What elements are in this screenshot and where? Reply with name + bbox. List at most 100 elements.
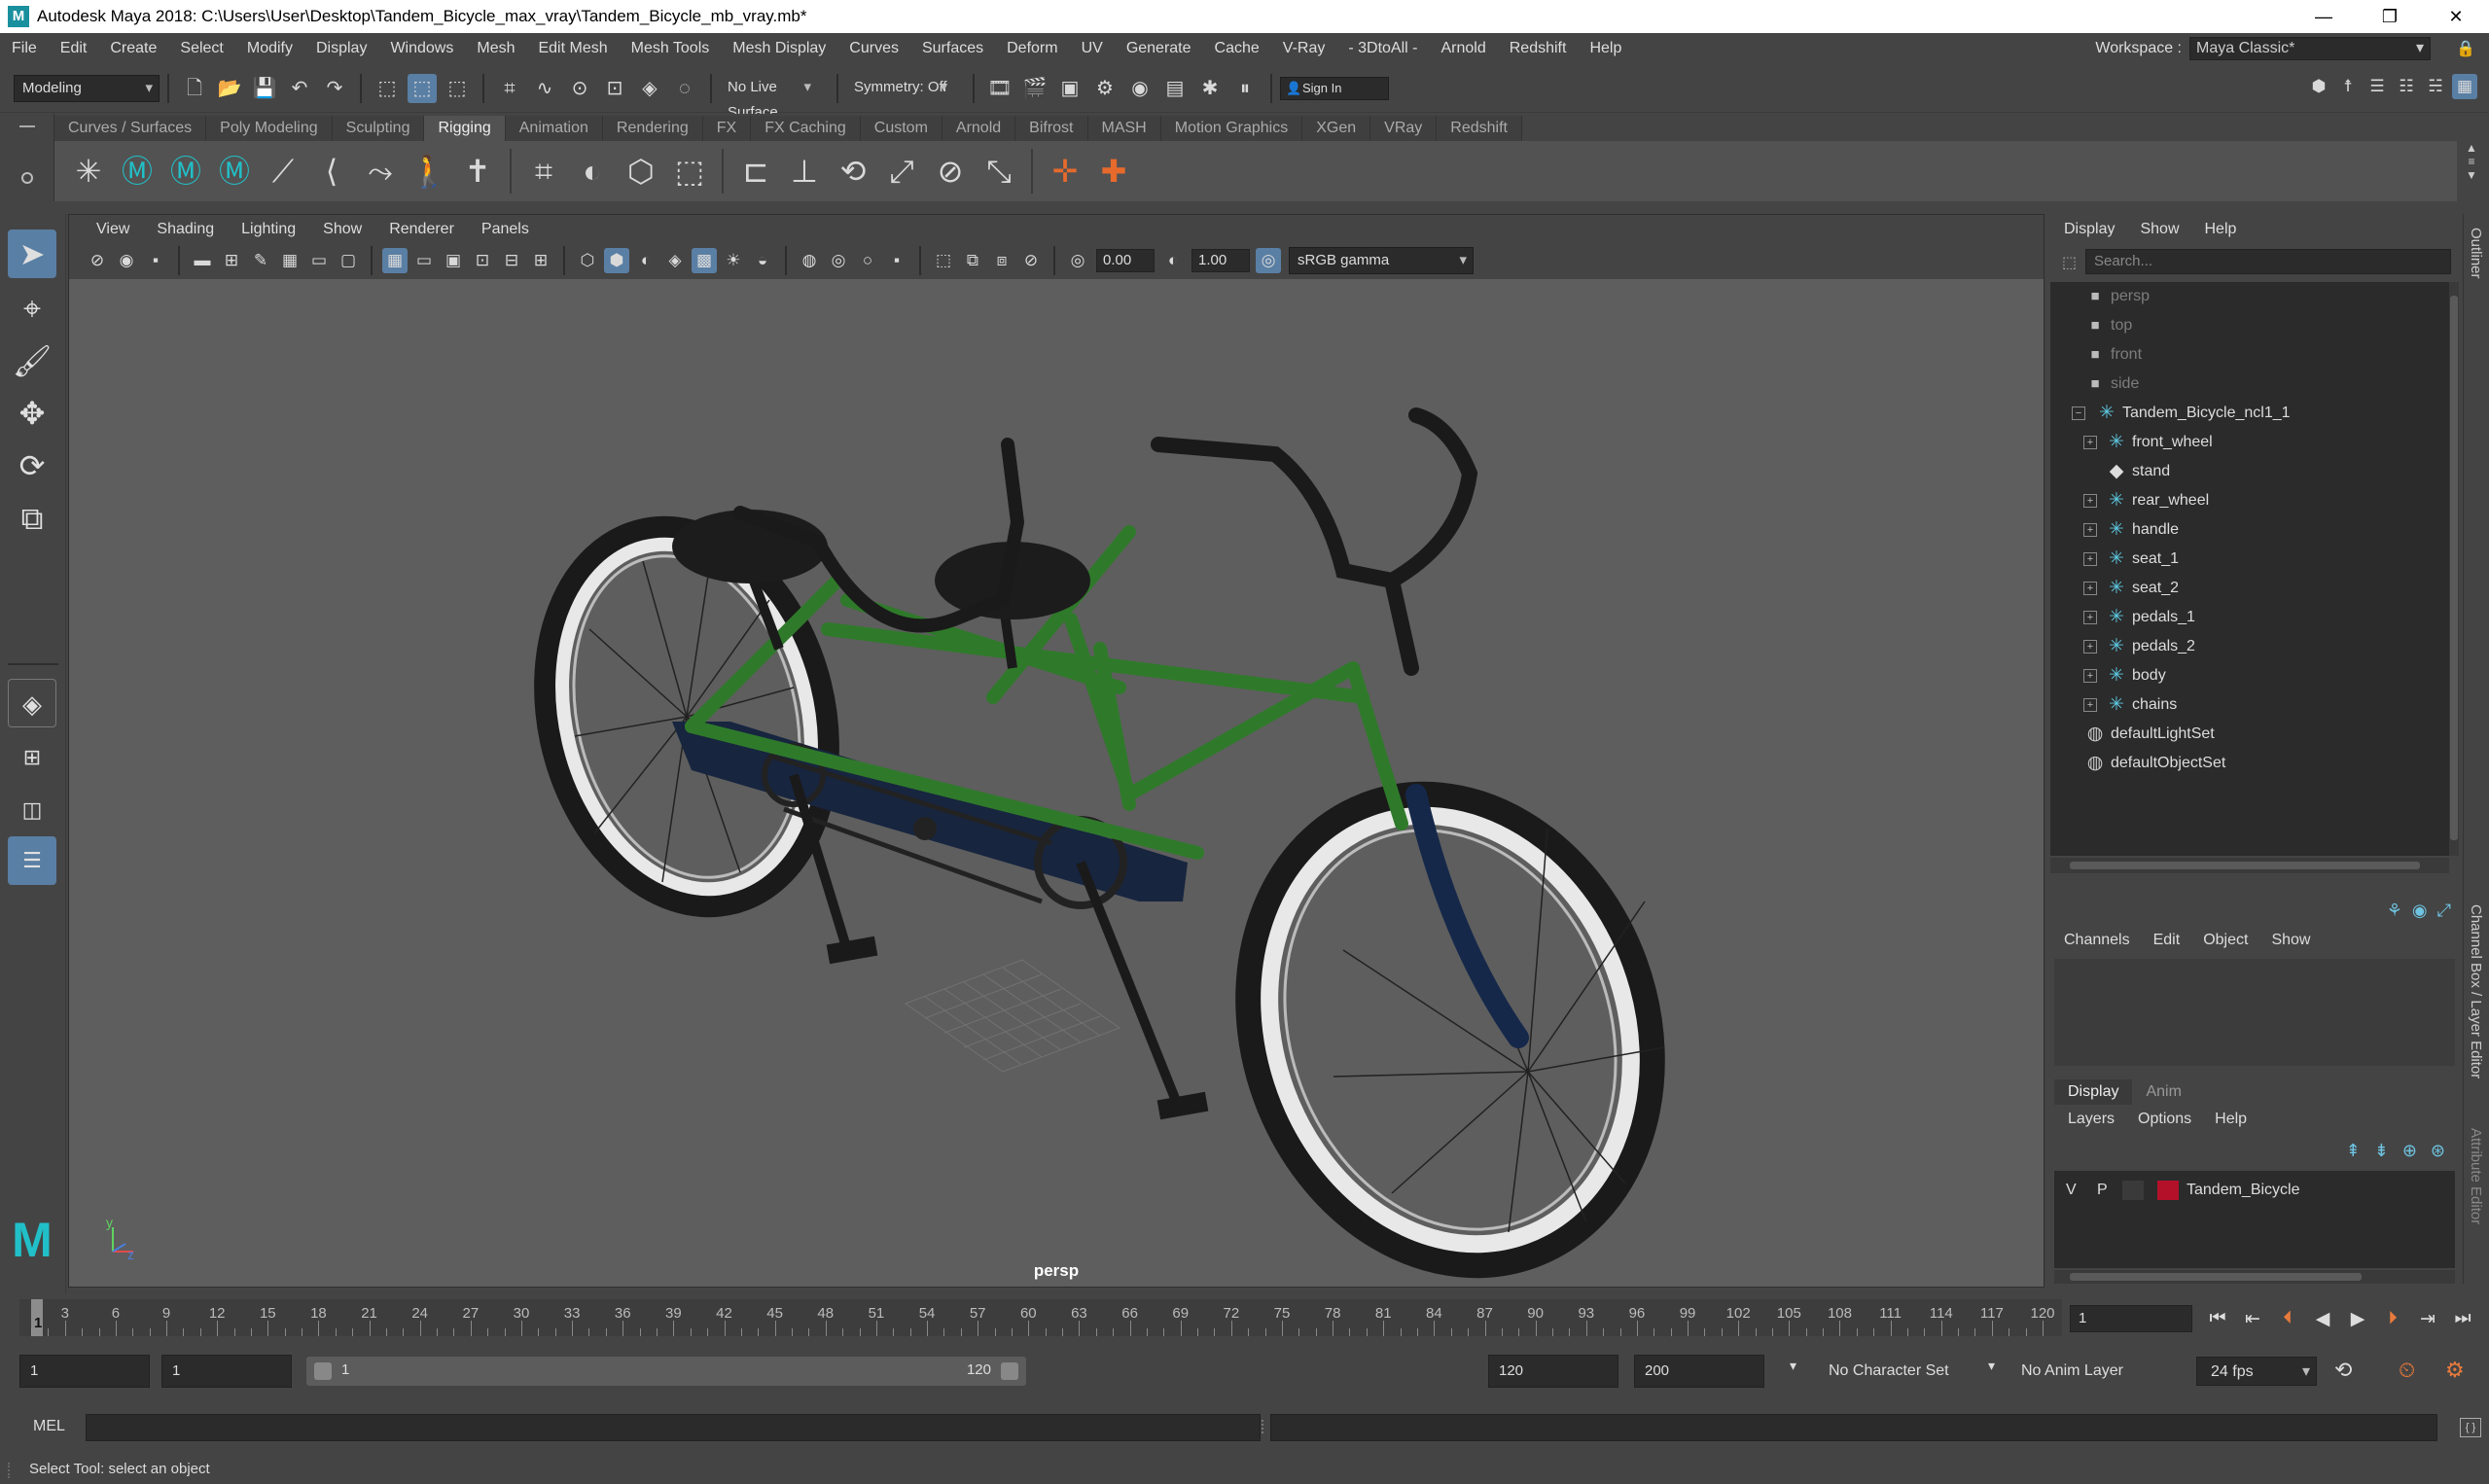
layer-row[interactable]: V P Tandem_Bicycle: [2054, 1177, 2455, 1204]
expand-toggle[interactable]: +: [2083, 669, 2097, 683]
move-layer-up-icon[interactable]: ⇞: [2346, 1141, 2361, 1161]
character-set-dropdown[interactable]: No Character Set: [1815, 1357, 1980, 1386]
channel-menu-show[interactable]: Show: [2271, 932, 2310, 949]
color-space-dropdown[interactable]: sRGB gamma: [1289, 247, 1474, 274]
panel-menu-lighting[interactable]: Lighting: [228, 221, 309, 238]
menu-mesh-tools[interactable]: Mesh Tools: [620, 40, 722, 57]
panel-menu-renderer[interactable]: Renderer: [375, 221, 468, 238]
step-forward-frame-icon[interactable]: ⇥: [2410, 1308, 2445, 1330]
time-slider-track[interactable]: 3 6 9 12 15 18 21 24 27 30 33 36 39 42 45 48 51 54 57 60 63 6…: [19, 1299, 2062, 1336]
shelf-tab-rendering[interactable]: Rendering: [602, 116, 703, 141]
menu-generate[interactable]: Generate: [1115, 40, 1203, 57]
wireframe-icon[interactable]: ▦: [382, 248, 408, 273]
xray-icon[interactable]: ▩: [692, 248, 717, 273]
expand-toggle[interactable]: +: [2083, 436, 2097, 449]
scene-end-field[interactable]: 200: [1634, 1355, 1764, 1388]
3d-viewport[interactable]: y z persp: [69, 279, 2044, 1287]
outliner-item-pedals-1[interactable]: + ✳ pedals_1: [2050, 603, 2449, 632]
maximize-button[interactable]: ❐: [2357, 0, 2423, 33]
camera-attributes-icon[interactable]: ◉: [114, 248, 139, 273]
outliner-item-chains[interactable]: + ✳ chains: [2050, 690, 2449, 720]
outliner-horizontal-scrollbar[interactable]: [2050, 858, 2449, 873]
fps-dropdown[interactable]: 24 fps: [2196, 1357, 2317, 1387]
outliner-item-front[interactable]: ■ front: [2050, 340, 2449, 370]
grease-pencil-icon[interactable]: ✎: [248, 248, 273, 273]
loop-icon[interactable]: ⟲: [2334, 1358, 2352, 1383]
menu-surfaces[interactable]: Surfaces: [910, 40, 995, 57]
channel-menu-channels[interactable]: Channels: [2064, 932, 2130, 949]
new-scene-icon[interactable]: 🗋: [180, 74, 209, 103]
save-scene-icon[interactable]: 💾: [250, 74, 279, 103]
live-surface-field[interactable]: No Live Surface: [720, 75, 817, 121]
bind-skin-icon[interactable]: ⌗: [522, 150, 565, 193]
go-to-start-icon[interactable]: ⏮: [2200, 1308, 2235, 1329]
menu-set-dropdown[interactable]: Modeling: [14, 74, 160, 102]
outliner-item-rear-wheel[interactable]: + ✳ rear_wheel: [2050, 486, 2449, 515]
single-perspective-layout-icon[interactable]: ◈: [8, 679, 56, 727]
collapse-toggle[interactable]: −: [2072, 406, 2085, 420]
menu-modify[interactable]: Modify: [235, 40, 304, 57]
expand-icon[interactable]: ⤢: [2437, 901, 2451, 921]
create-joints-icon[interactable]: ✳: [67, 150, 110, 193]
menu-help[interactable]: Help: [1578, 40, 1633, 57]
snap-grid-icon[interactable]: ⌗: [495, 74, 524, 103]
expand-toggle[interactable]: +: [2083, 640, 2097, 654]
orient-constraint-icon[interactable]: ⟲: [832, 150, 874, 193]
shelf-tab-vray[interactable]: VRay: [1370, 116, 1438, 141]
step-back-frame-icon[interactable]: ⇤: [2235, 1308, 2270, 1330]
motion-blur-icon[interactable]: ◎: [826, 248, 851, 273]
humanik-control-rig-icon[interactable]: Ⓜ: [213, 150, 256, 193]
smooth-shade-icon[interactable]: ⬢: [604, 248, 629, 273]
outliner-item-top[interactable]: ■ top: [2050, 311, 2449, 340]
render-setup-icon[interactable]: ▤: [1160, 74, 1190, 103]
menu-cache[interactable]: Cache: [1203, 40, 1271, 57]
layer-menu-options[interactable]: Options: [2138, 1111, 2191, 1128]
rotate-tool-icon[interactable]: ⟳: [8, 442, 56, 490]
paint-select-icon[interactable]: 🖌: [8, 336, 56, 385]
xray-active-icon[interactable]: ⧈: [989, 248, 1014, 273]
channel-box-icon[interactable]: ⚘: [2387, 901, 2402, 921]
outliner-item-seat-2[interactable]: + ✳ seat_2: [2050, 574, 2449, 603]
panel-menu-panels[interactable]: Panels: [468, 221, 543, 238]
hypershade-icon[interactable]: ◉: [1125, 74, 1155, 103]
animation-prefs-icon[interactable]: ⚙: [2445, 1358, 2465, 1383]
outliner-item-body[interactable]: + ✳ body: [2050, 661, 2449, 690]
exposure-icon[interactable]: ◎: [1065, 248, 1090, 273]
anim-layer-arrow-icon[interactable]: ▾: [1988, 1358, 1995, 1374]
menu-windows[interactable]: Windows: [378, 40, 465, 57]
shelf-scroll-arrows[interactable]: ▲ ≡ ▼: [2462, 141, 2481, 201]
layer-color-swatch[interactable]: [2157, 1181, 2179, 1200]
wireframe-shade-icon[interactable]: ⬡: [575, 248, 600, 273]
outliner-item-front-wheel[interactable]: + ✳ front_wheel: [2050, 428, 2449, 457]
humanik-character-icon[interactable]: Ⓜ: [116, 150, 159, 193]
channel-box-side-tab[interactable]: Channel Box / Layer Editor: [2468, 904, 2484, 1078]
ik-spline-icon[interactable]: ⟨: [310, 150, 353, 193]
four-view-layout-icon[interactable]: ⊞: [8, 733, 56, 782]
menu-arnold[interactable]: Arnold: [1429, 40, 1497, 57]
safe-title-icon[interactable]: ⊡: [470, 248, 495, 273]
command-input[interactable]: [86, 1414, 1261, 1441]
step-forward-key-icon[interactable]: ⏵: [2375, 1308, 2410, 1329]
layer-visibility-toggle[interactable]: V: [2066, 1177, 2077, 1204]
go-to-end-icon[interactable]: ⏭: [2445, 1308, 2480, 1329]
cluster-icon[interactable]: ⬚: [668, 150, 711, 193]
symmetry-dropdown[interactable]: Symmetry: Off: [846, 75, 953, 102]
tool-settings-icon[interactable]: ☷: [2394, 74, 2419, 99]
isolate-select-icon[interactable]: ⬚: [931, 248, 956, 273]
shelf-tab-motion-graphics[interactable]: Motion Graphics: [1160, 116, 1303, 141]
menu-curves[interactable]: Curves: [837, 40, 910, 57]
snap-point-icon[interactable]: ⊙: [565, 74, 594, 103]
layer-horizontal-scrollbar[interactable]: [2054, 1270, 2455, 1284]
workspace-dropdown[interactable]: Maya Classic*: [2189, 37, 2431, 60]
2d-pan-zoom-icon[interactable]: ⊞: [219, 248, 244, 273]
outliner-layout-icon[interactable]: ☰: [8, 836, 56, 885]
time-slider[interactable]: 3 6 9 12 15 18 21 24 27 30 33 36 39 42 45 48 51 54 57 60 63 6…: [19, 1293, 2062, 1342]
menu-deform[interactable]: Deform: [995, 40, 1069, 57]
step-back-key-icon[interactable]: ⏴: [2270, 1308, 2305, 1329]
light-editor-icon[interactable]: ✱: [1195, 74, 1225, 103]
lock-icon[interactable]: 🔒: [2456, 39, 2475, 58]
select-camera-icon[interactable]: ⊘: [85, 248, 110, 273]
open-scene-icon[interactable]: 📂: [215, 74, 244, 103]
outliner-item-seat-1[interactable]: + ✳ seat_1: [2050, 545, 2449, 574]
modeling-toolkit-icon[interactable]: ⬢: [2306, 74, 2331, 99]
